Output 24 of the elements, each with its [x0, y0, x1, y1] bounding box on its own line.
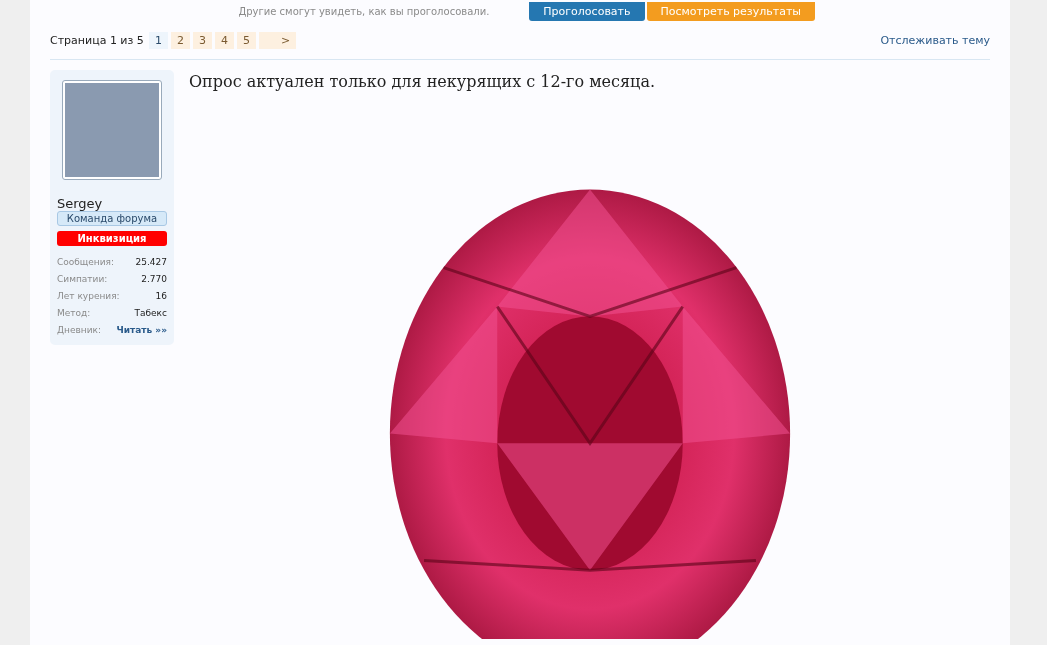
watch-thread-link[interactable]: Отслеживать тему: [880, 34, 990, 47]
user-badge: Инквизиция: [57, 231, 167, 246]
page-link[interactable]: 4: [214, 32, 234, 49]
page-link[interactable]: 3: [192, 32, 212, 49]
user-title: Команда форума: [57, 211, 167, 226]
stat-value: 2.770: [141, 273, 167, 286]
stat-value: 16: [155, 290, 167, 303]
username[interactable]: Sergey: [57, 196, 167, 211]
post-text: Опрос актуален только для некурящих с 12-го месяца.: [189, 72, 656, 91]
stat-label: Симпатии:: [57, 273, 108, 286]
stat-value: 25.427: [135, 256, 167, 269]
next-page-link[interactable]: >: [258, 32, 297, 49]
stat-label: Дневник:: [57, 324, 101, 337]
stat-label: Лет курения:: [57, 290, 120, 303]
page-link[interactable]: 1: [148, 32, 168, 49]
stat-label: Сообщения:: [57, 256, 115, 269]
poll-hint: Другие смогут увидеть, как вы проголосовали.: [238, 5, 490, 17]
page-link[interactable]: 2: [170, 32, 190, 49]
vote-button[interactable]: Проголосовать: [529, 1, 645, 21]
stat-value: Табекс: [134, 307, 167, 320]
diary-link[interactable]: Читать »»: [116, 322, 167, 339]
page-count: Страница 1 из 5: [50, 34, 144, 47]
page-link[interactable]: 5: [236, 32, 256, 49]
stat-label: Метод:: [57, 307, 91, 320]
